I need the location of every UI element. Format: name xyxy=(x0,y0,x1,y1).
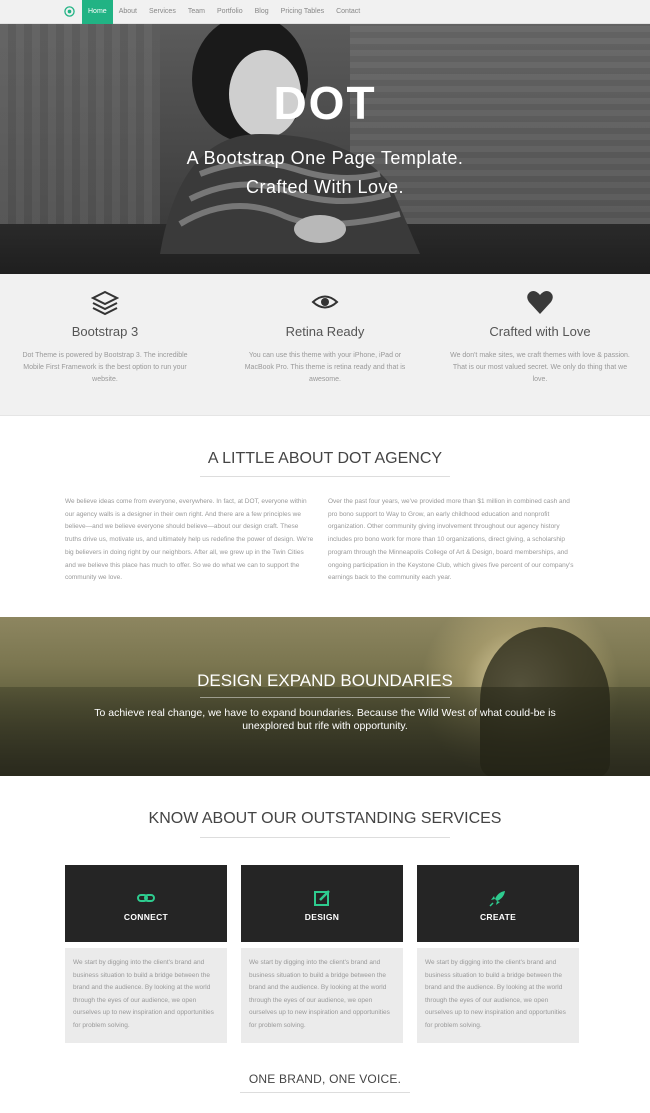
parallax-banner: DESIGN EXPAND BOUNDARIES To achieve real… xyxy=(0,617,650,776)
services-divider xyxy=(200,837,450,838)
nav-item-home[interactable]: Home xyxy=(82,0,113,24)
banner-text: To achieve real change, we have to expan… xyxy=(94,707,556,732)
service-card-header: CREATE xyxy=(417,865,579,942)
service-card-header: CONNECT xyxy=(65,865,227,942)
nav-item-blog[interactable]: Blog xyxy=(249,0,275,24)
link-icon xyxy=(137,894,155,902)
hero-section: DOT A Bootstrap One Page Template. Craft… xyxy=(0,24,650,274)
nav-item-contact[interactable]: Contact xyxy=(330,0,366,24)
about-column-right: Over the past four years, we've provided… xyxy=(328,498,574,582)
service-label: DESIGN xyxy=(304,912,340,922)
banner-divider xyxy=(200,697,450,698)
feature-title: Crafted with Love xyxy=(489,324,591,339)
rocket-icon xyxy=(489,891,505,907)
hero-tagline-line1: A Bootstrap One Page Template. xyxy=(186,148,464,168)
brand-title: ONE BRAND, ONE VOICE. xyxy=(248,1072,402,1086)
service-card-connect[interactable]: CONNECT We start by digging into the cli… xyxy=(65,865,227,1043)
feature-text: You can use this theme with your iPhone,… xyxy=(244,352,406,383)
service-label: CONNECT xyxy=(123,912,169,922)
hero-tagline-line2: Crafted With Love. xyxy=(245,177,405,197)
eye-icon xyxy=(311,295,339,309)
service-description: We start by digging into the client's br… xyxy=(417,948,579,1043)
brand-divider xyxy=(240,1092,410,1093)
hero-tagline: A Bootstrap One Page Template. Crafted W… xyxy=(0,144,650,202)
top-navbar: Home About Services Team Portfolio Blog … xyxy=(0,0,650,24)
about-divider xyxy=(200,476,450,477)
service-card-design[interactable]: DESIGN We start by digging into the clie… xyxy=(241,865,403,1043)
about-column-left: We believe ideas come from everyone, eve… xyxy=(65,498,314,582)
service-card-header: DESIGN xyxy=(241,865,403,942)
feature-text: We don't make sites, we craft themes wit… xyxy=(450,352,630,383)
about-title: A LITTLE ABOUT DOT AGENCY xyxy=(207,450,443,467)
feature-title: Bootstrap 3 xyxy=(71,324,139,339)
feature-text: Dot Theme is powered by Bootstrap 3. The… xyxy=(22,352,188,383)
edit-icon xyxy=(314,890,330,906)
nav-item-portfolio[interactable]: Portfolio xyxy=(211,0,249,24)
hero-logo: DOT xyxy=(273,77,377,129)
service-label: CREATE xyxy=(479,912,517,922)
feature-title: Retina Ready xyxy=(285,324,365,339)
nav-item-services[interactable]: Services xyxy=(143,0,182,24)
layers-icon xyxy=(91,290,119,316)
logo-icon[interactable] xyxy=(64,6,75,17)
nav-item-team[interactable]: Team xyxy=(182,0,211,24)
service-card-create[interactable]: CREATE We start by digging into the clie… xyxy=(417,865,579,1043)
banner-tree xyxy=(480,627,610,776)
hero-photo-person xyxy=(160,24,420,254)
services-title: KNOW ABOUT OUR OUTSTANDING SERVICES xyxy=(148,810,502,827)
nav-menu: Home About Services Team Portfolio Blog … xyxy=(82,0,366,24)
nav-item-about[interactable]: About xyxy=(113,0,143,24)
service-description: We start by digging into the client's br… xyxy=(65,948,227,1043)
features-section: Bootstrap 3 Dot Theme is powered by Boot… xyxy=(0,274,650,416)
nav-item-pricing[interactable]: Pricing Tables xyxy=(275,0,330,24)
service-description: We start by digging into the client's br… xyxy=(241,948,403,1043)
banner-title: DESIGN EXPAND BOUNDARIES xyxy=(197,671,453,690)
heart-icon xyxy=(527,291,553,314)
